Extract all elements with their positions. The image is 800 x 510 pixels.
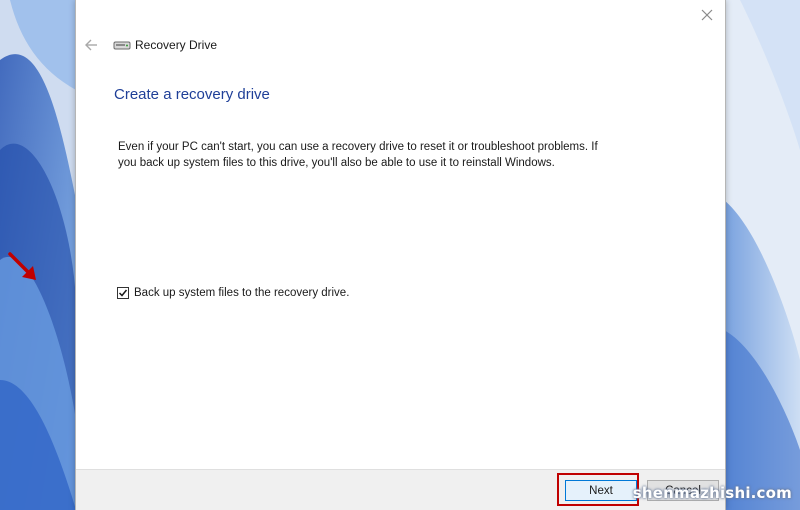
close-icon — [701, 9, 713, 21]
recovery-drive-dialog: Recovery Drive Create a recovery drive E… — [75, 0, 726, 510]
next-button[interactable]: Next — [565, 480, 637, 501]
page-title: Create a recovery drive — [114, 86, 270, 103]
checkmark-icon — [118, 289, 128, 297]
back-arrow-icon — [85, 39, 97, 51]
drive-icon — [113, 41, 131, 50]
wizard-header: Recovery Drive — [76, 30, 725, 60]
dialog-footer: Next Cancel — [76, 469, 725, 510]
backup-checkbox-label[interactable]: Back up system files to the recovery dri… — [134, 287, 349, 299]
back-button[interactable] — [78, 32, 104, 58]
annotation-arrow-icon — [6, 250, 42, 291]
description-line-1: Even if your PC can't start, you can use… — [118, 141, 598, 153]
backup-option[interactable]: Back up system files to the recovery dri… — [117, 287, 349, 299]
description-line-2: you back up system files to this drive, … — [118, 157, 555, 169]
description-text: Even if your PC can't start, you can use… — [118, 139, 638, 171]
close-button[interactable] — [695, 4, 719, 26]
window-title: Recovery Drive — [135, 38, 218, 52]
watermark-text: shenmazhishi.com — [632, 484, 792, 502]
backup-checkbox[interactable] — [117, 287, 129, 299]
